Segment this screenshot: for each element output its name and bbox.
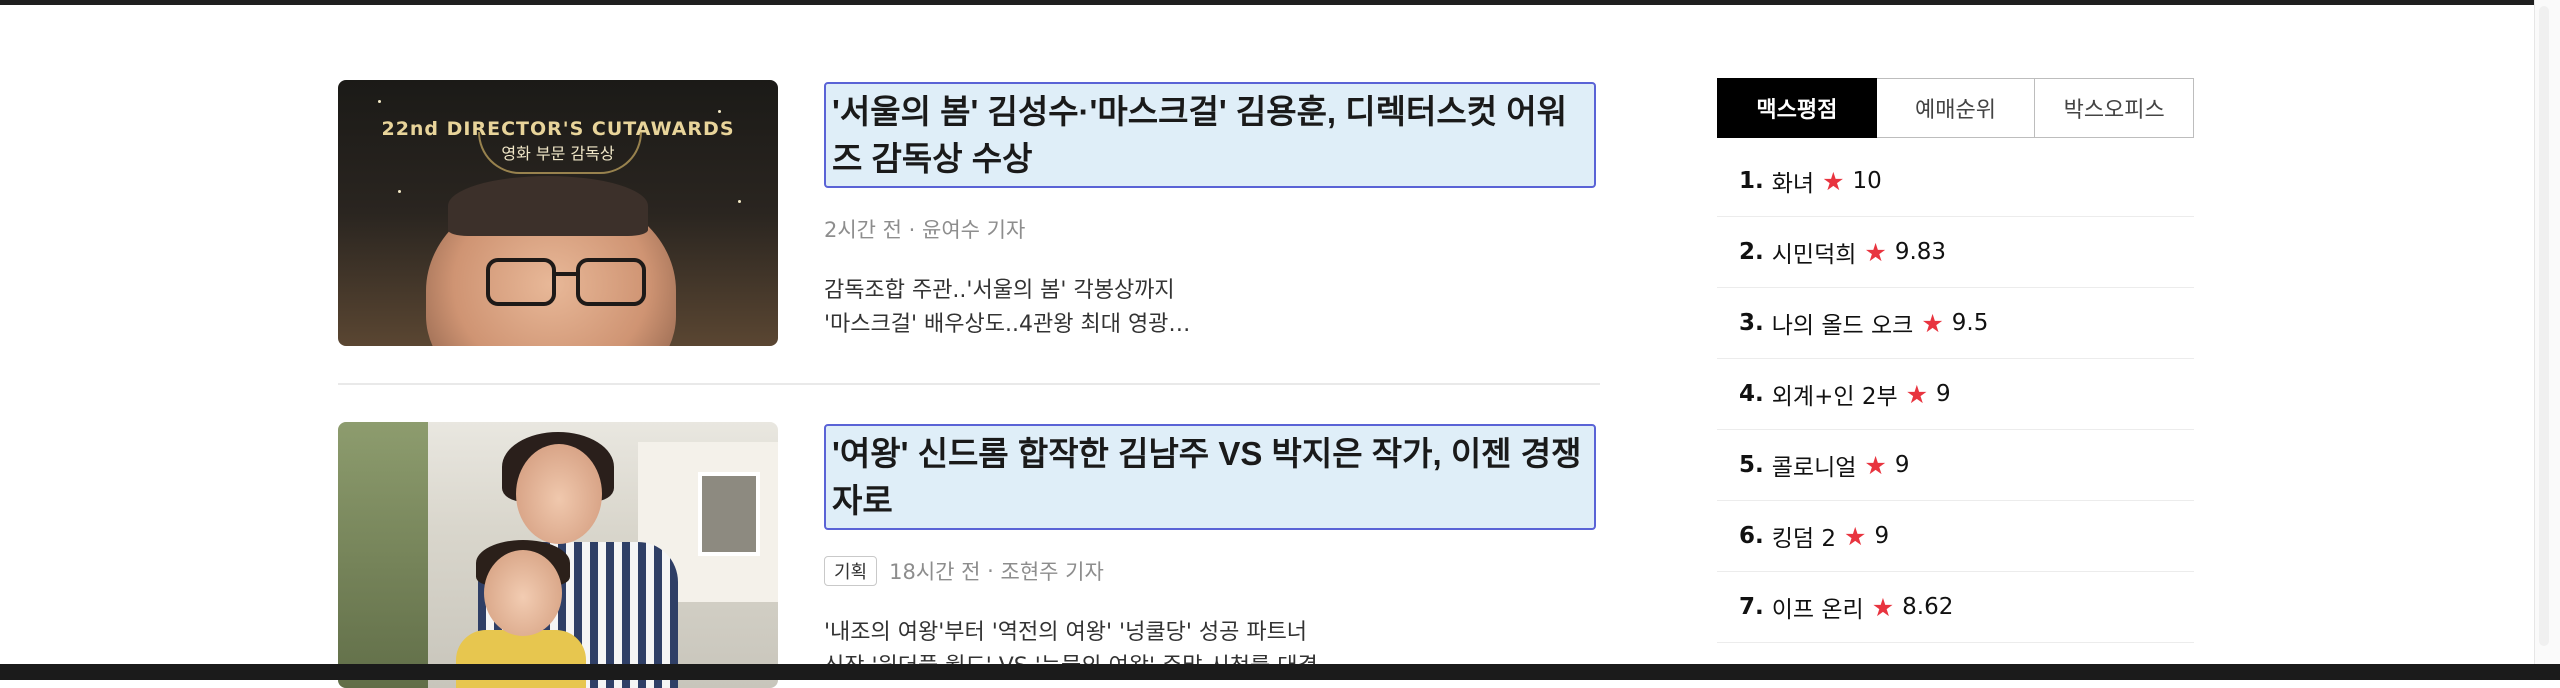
rank-number: 3. (1739, 310, 1764, 336)
rank-number: 6. (1739, 523, 1764, 549)
ranking-list: 1. 화녀 ★ 10 2. 시민덕희 ★ 9.83 3. 나의 올드 오크 ★ … (1717, 146, 2194, 643)
tab-reservation-rank[interactable]: 예매순위 (1876, 78, 2036, 138)
news-article: '여왕' 신드롬 합작한 김남주 VS 박지은 작가, 이젠 경쟁자로 기획 1… (338, 422, 1600, 688)
movie-title: 화녀 (1771, 171, 1815, 197)
movie-ranking-panel: 맥스평점 예매순위 박스오피스 1. 화녀 ★ 10 2. 시민덕희 ★ 9.8… (1717, 78, 2195, 643)
person-hair (448, 176, 648, 236)
glasses-lens (486, 258, 556, 306)
ranking-item[interactable]: 4. 외계+인 2부 ★ 9 (1717, 359, 2194, 430)
tab-max-rating[interactable]: 맥스평점 (1717, 78, 1877, 138)
star-icon: ★ (1905, 379, 1929, 409)
background-tree (338, 422, 428, 688)
ranking-item[interactable]: 2. 시민덕희 ★ 9.83 (1717, 217, 2194, 288)
bottom-dark-bar (0, 664, 2560, 680)
movie-title: 콜로니얼 (1771, 455, 1857, 481)
scrollbar-thumb[interactable] (2539, 6, 2549, 646)
article-reporter: 조현주 기자 (1000, 560, 1104, 584)
meta-separator: · (980, 559, 1001, 583)
article-time: 2시간 전 (824, 218, 902, 242)
meta-separator: · (902, 218, 923, 242)
movie-title: 킹덤 2 (1771, 526, 1837, 552)
star-icon: ★ (1871, 592, 1895, 622)
movie-title: 시민덕희 (1771, 242, 1857, 268)
star-icon: ★ (1921, 308, 1944, 338)
sparkle-dot (398, 190, 401, 193)
movie-score: 9.5 (1951, 310, 1989, 336)
ranking-item[interactable]: 1. 화녀 ★ 10 (1717, 146, 2194, 217)
ranking-item[interactable]: 6. 킹덤 2 ★ 9 (1717, 501, 2194, 572)
star-icon: ★ (1864, 450, 1887, 480)
movie-score: 10 (1852, 168, 1882, 194)
article-headline-link[interactable]: '서울의 봄' 김성수·'마스크걸' 김용훈, 디렉터스컷 어워즈 감독상 수상 (824, 82, 1596, 188)
child-face (484, 550, 562, 636)
movie-score: 9 (1936, 381, 1951, 407)
rank-number: 4. (1739, 381, 1764, 407)
house-window (698, 472, 760, 556)
tab-box-office[interactable]: 박스오피스 (2035, 78, 2195, 138)
summary-line: '마스크걸' 배우상도..4관왕 최대 영광… (824, 312, 1191, 337)
movie-title: 외계+인 2부 (1771, 384, 1898, 410)
ranking-item[interactable]: 3. 나의 올드 오크 ★ 9.5 (1717, 288, 2194, 359)
star-icon: ★ (1822, 166, 1845, 196)
article-meta: 기획 18시간 전 · 조현주 기자 (824, 556, 1104, 586)
laurel-arc (478, 132, 642, 174)
article-thumbnail[interactable]: 22nd DIRECTOR'S CUTAWARDS 영화 부문 감독상 (338, 80, 778, 346)
article-thumbnail[interactable] (338, 422, 778, 688)
movie-score: 9.83 (1894, 239, 1947, 265)
sparkle-dot (378, 100, 381, 103)
article-meta: 2시간 전 · 윤여수 기자 (824, 214, 1025, 244)
movie-score: 8.62 (1902, 594, 1954, 620)
top-dark-bar (0, 0, 2560, 5)
article-time: 18시간 전 (889, 560, 981, 584)
movie-score: 9 (1894, 452, 1910, 478)
summary-line: '내조의 여왕'부터 '역전의 여왕' '넝쿨당' 성공 파트너 (824, 620, 1308, 645)
sparkle-dot (718, 110, 721, 113)
article-summary[interactable]: 감독조합 주관..'서울의 봄' 각봉상까지 '마스크걸' 배우상도..4관왕 … (824, 274, 1190, 342)
rank-number: 7. (1739, 594, 1764, 620)
movie-title: 이프 온리 (1771, 597, 1864, 623)
news-article: 22nd DIRECTOR'S CUTAWARDS 영화 부문 감독상 '서울의… (338, 80, 1600, 385)
rank-number: 1. (1739, 168, 1764, 194)
glasses-lens (576, 258, 646, 306)
article-reporter: 윤여수 기자 (922, 218, 1026, 242)
glasses-bridge (552, 272, 578, 276)
ranking-item[interactable]: 7. 이프 온리 ★ 8.62 (1717, 572, 2194, 643)
rank-number: 5. (1739, 452, 1764, 478)
star-icon: ★ (1864, 237, 1887, 267)
ranking-tabs: 맥스평점 예매순위 박스오피스 (1717, 78, 2195, 138)
summary-line: 감독조합 주관..'서울의 봄' 각봉상까지 (824, 278, 1175, 303)
category-tag[interactable]: 기획 (824, 556, 878, 586)
ranking-item[interactable]: 5. 콜로니얼 ★ 9 (1717, 430, 2194, 501)
movie-title: 나의 올드 오크 (1771, 313, 1914, 339)
rank-number: 2. (1739, 239, 1764, 265)
sparkle-dot (738, 200, 741, 203)
woman-face (516, 444, 602, 544)
star-icon: ★ (1844, 521, 1867, 551)
article-headline-link[interactable]: '여왕' 신드롬 합작한 김남주 VS 박지은 작가, 이젠 경쟁자로 (824, 424, 1596, 530)
movie-score: 9 (1874, 523, 1890, 549)
